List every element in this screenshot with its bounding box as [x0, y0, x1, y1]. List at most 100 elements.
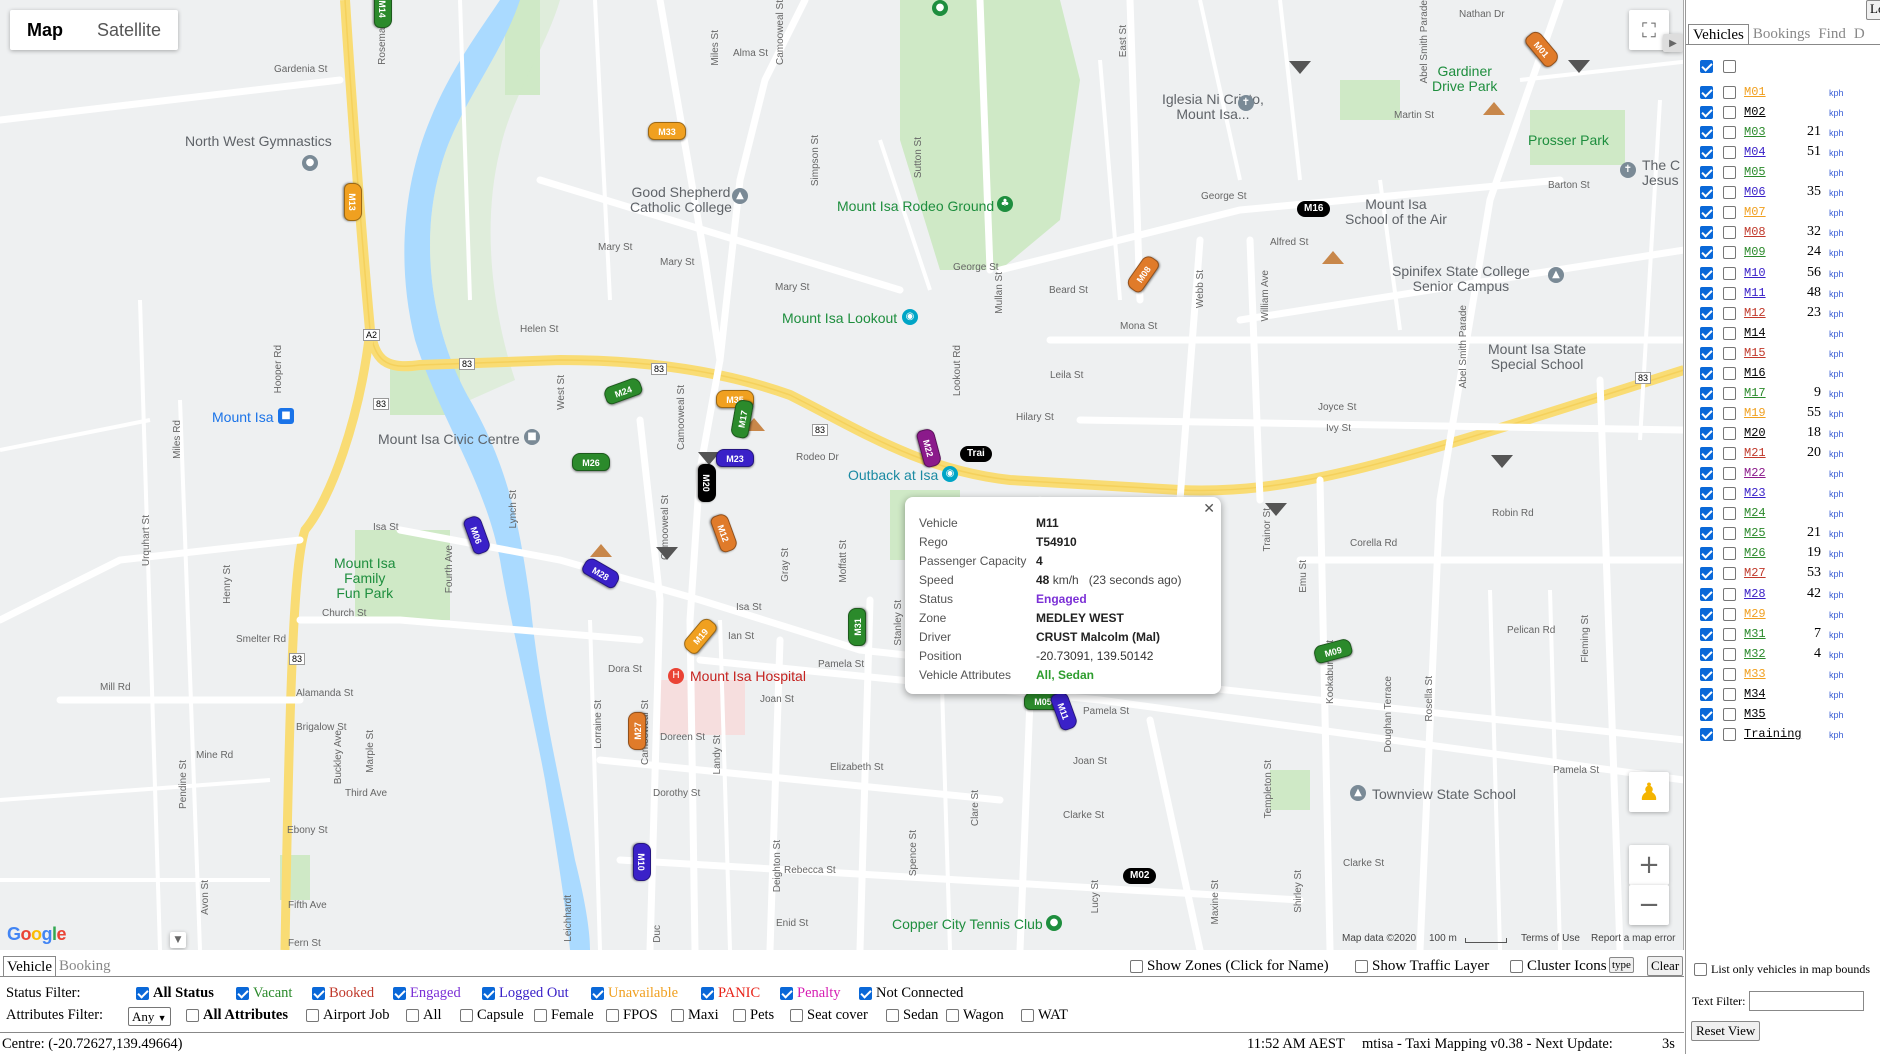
vehicle-code-link[interactable]: M28: [1744, 587, 1766, 601]
attribute-filter-checkbox[interactable]: [946, 1009, 959, 1022]
zoom-out-button[interactable]: −: [1629, 885, 1669, 925]
vehicle-track-checkbox[interactable]: [1723, 547, 1736, 560]
vehicle-visible-checkbox[interactable]: [1700, 367, 1713, 380]
attributes-select[interactable]: Any ▼: [128, 1007, 171, 1026]
vehicle-tag[interactable]: M16: [1297, 201, 1331, 217]
vehicle-track-checkbox[interactable]: [1723, 307, 1736, 320]
vehicle-track-checkbox[interactable]: [1723, 588, 1736, 601]
vehicle-visible-checkbox[interactable]: [1700, 467, 1713, 480]
vehicle-track-checkbox[interactable]: [1723, 648, 1736, 661]
vehicle-marker[interactable]: M33: [648, 122, 686, 140]
vehicle-code-link[interactable]: M20: [1744, 426, 1766, 440]
select-all-track-checkbox[interactable]: [1723, 60, 1736, 73]
booking-marker-icon[interactable]: [1483, 102, 1505, 115]
tab-booking[interactable]: Booking: [56, 956, 114, 977]
vehicle-visible-checkbox[interactable]: [1700, 146, 1713, 159]
reset-view-button[interactable]: Reset View: [1691, 1021, 1761, 1041]
tab-vehicle[interactable]: Vehicle: [3, 956, 56, 977]
attribute-filter-checkbox[interactable]: [534, 1009, 547, 1022]
vehicle-code-link[interactable]: M32: [1744, 647, 1766, 661]
status-filter-checkbox[interactable]: [780, 987, 793, 1000]
list-only-checkbox[interactable]: [1694, 963, 1707, 976]
vehicle-visible-checkbox[interactable]: [1700, 447, 1713, 460]
clear-button[interactable]: Clear: [1647, 956, 1684, 976]
vehicle-visible-checkbox[interactable]: [1700, 307, 1713, 320]
attribute-filter-checkbox[interactable]: [733, 1009, 746, 1022]
vehicle-code-link[interactable]: M15: [1744, 346, 1766, 360]
vehicle-code-link[interactable]: M05: [1744, 165, 1766, 179]
status-filter-checkbox[interactable]: [701, 987, 714, 1000]
attribute-filter-checkbox[interactable]: [671, 1009, 684, 1022]
vehicle-tag[interactable]: Trai: [960, 446, 992, 462]
vehicle-track-checkbox[interactable]: [1723, 106, 1736, 119]
close-icon[interactable]: ✕: [1203, 500, 1215, 517]
vehicle-marker[interactable]: M31: [848, 608, 866, 646]
attribute-filter-checkbox[interactable]: [186, 1009, 199, 1022]
terms-link[interactable]: Terms of Use: [1521, 933, 1580, 944]
vehicle-visible-checkbox[interactable]: [1700, 628, 1713, 641]
vehicle-visible-checkbox[interactable]: [1700, 487, 1713, 500]
vehicle-visible-checkbox[interactable]: [1700, 226, 1713, 239]
vehicle-track-checkbox[interactable]: [1723, 527, 1736, 540]
status-filter-checkbox[interactable]: [236, 987, 249, 1000]
map-type-satellite-button[interactable]: Satellite: [80, 10, 178, 50]
vehicle-track-checkbox[interactable]: [1723, 186, 1736, 199]
street-view-pegman[interactable]: ♟: [1629, 772, 1669, 812]
vehicle-track-checkbox[interactable]: [1723, 226, 1736, 239]
map-toggle-button[interactable]: ▼: [170, 932, 186, 948]
vehicle-visible-checkbox[interactable]: [1700, 387, 1713, 400]
vehicle-track-checkbox[interactable]: [1723, 688, 1736, 701]
vehicle-code-link[interactable]: M23: [1744, 486, 1766, 500]
cluster-icons-checkbox[interactable]: [1510, 960, 1523, 973]
vehicle-code-link[interactable]: M31: [1744, 627, 1766, 641]
vehicle-visible-checkbox[interactable]: [1700, 547, 1713, 560]
vehicle-track-checkbox[interactable]: [1723, 447, 1736, 460]
vehicle-visible-checkbox[interactable]: [1700, 567, 1713, 580]
vehicle-visible-checkbox[interactable]: [1700, 427, 1713, 440]
vehicle-visible-checkbox[interactable]: [1700, 507, 1713, 520]
vehicle-visible-checkbox[interactable]: [1700, 527, 1713, 540]
zoom-in-button[interactable]: +: [1629, 845, 1669, 885]
status-filter-checkbox[interactable]: [591, 987, 604, 1000]
logout-button[interactable]: Lo: [1866, 0, 1880, 20]
vehicle-tag[interactable]: M02: [1123, 868, 1157, 884]
vehicle-visible-checkbox[interactable]: [1700, 206, 1713, 219]
report-error-link[interactable]: Report a map error: [1591, 933, 1675, 944]
vehicle-code-link[interactable]: M27: [1744, 566, 1766, 580]
status-filter-checkbox[interactable]: [859, 987, 872, 1000]
vehicle-code-link[interactable]: M33: [1744, 667, 1766, 681]
tab-bookings[interactable]: Bookings: [1749, 24, 1815, 44]
vehicle-track-checkbox[interactable]: [1723, 166, 1736, 179]
booking-marker-icon[interactable]: [1491, 455, 1513, 468]
vehicle-track-checkbox[interactable]: [1723, 467, 1736, 480]
text-filter-input[interactable]: [1749, 991, 1865, 1011]
status-filter-checkbox[interactable]: [482, 987, 495, 1000]
vehicle-code-link[interactable]: M07: [1744, 205, 1766, 219]
attribute-filter-checkbox[interactable]: [306, 1009, 319, 1022]
collapse-panel-button[interactable]: ▶: [1663, 34, 1683, 52]
vehicle-code-link[interactable]: M02: [1744, 105, 1766, 119]
vehicle-visible-checkbox[interactable]: [1700, 126, 1713, 139]
tab-d[interactable]: D: [1850, 24, 1869, 44]
vehicle-code-link[interactable]: M09: [1744, 245, 1766, 259]
vehicle-marker[interactable]: M13: [344, 183, 362, 221]
vehicle-marker[interactable]: M26: [572, 453, 610, 471]
vehicle-track-checkbox[interactable]: [1723, 126, 1736, 139]
vehicle-marker[interactable]: M14: [374, 0, 392, 28]
attribute-filter-checkbox[interactable]: [1021, 1009, 1034, 1022]
vehicle-code-link[interactable]: M19: [1744, 406, 1766, 420]
vehicle-code-link[interactable]: M21: [1744, 446, 1766, 460]
booking-marker-icon[interactable]: [1289, 61, 1311, 74]
vehicle-track-checkbox[interactable]: [1723, 567, 1736, 580]
vehicle-visible-checkbox[interactable]: [1700, 246, 1713, 259]
map-view[interactable]: A2 83 83 83 83 83 83 Gardenia St Alma St…: [0, 0, 1684, 950]
vehicle-visible-checkbox[interactable]: [1700, 648, 1713, 661]
vehicle-track-checkbox[interactable]: [1723, 387, 1736, 400]
booking-marker-icon[interactable]: [1568, 60, 1590, 73]
vehicle-code-link[interactable]: M17: [1744, 386, 1766, 400]
vehicle-marker[interactable]: M20: [698, 464, 716, 502]
vehicle-visible-checkbox[interactable]: [1700, 287, 1713, 300]
vehicle-track-checkbox[interactable]: [1723, 628, 1736, 641]
vehicle-visible-checkbox[interactable]: [1700, 407, 1713, 420]
tab-vehicles[interactable]: Vehicles: [1688, 24, 1749, 44]
